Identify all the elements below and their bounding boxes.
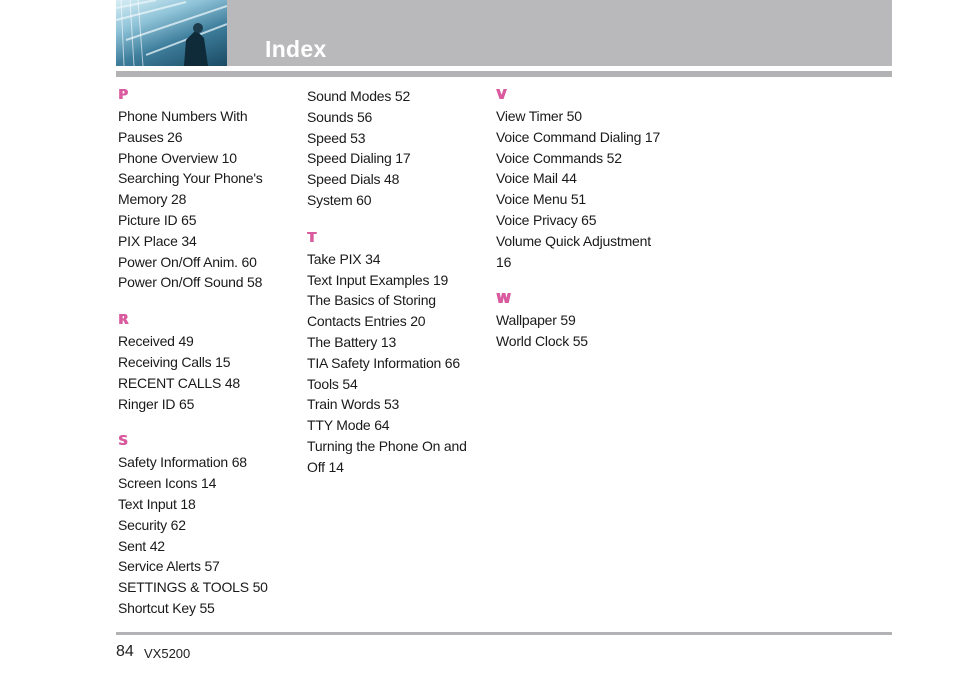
index-entry: View Timer 50 [496,108,582,124]
index-entry: SETTINGS & TOOLS 50 [118,579,268,596]
index-entry: Wallpaper 59 [496,312,576,329]
index-entry: RECENT CALLS 48 [118,374,241,391]
index-entry: Turning the Phone On and [307,437,467,454]
index-entry: Text Input 18 [118,495,196,512]
index-entry: System 60 [307,191,372,208]
section-letter-t: T [307,230,316,246]
index-entry: Voice Command Dialing 17 [496,128,661,145]
section-letter-s: S [118,434,128,450]
header-divider [116,71,892,77]
index-entry: The Battery 13 [307,333,397,350]
index-entry: 16 [496,253,512,270]
section-letter-w: W [496,292,511,308]
section-letter-v: V [496,88,507,103]
index-entry: Service Alerts 57 [118,558,220,575]
section-letter-p: P [118,88,128,103]
index-entry: Screen Icons 14 [118,475,217,492]
index-entry: Memory 28 [118,191,187,208]
index-entry: Power On/Off Anim. 60 [118,253,257,270]
index-entry: Pauses 26 [118,128,183,145]
header-photo [116,0,227,66]
index-entry: Sent 42 [118,537,165,554]
page-number: 84 [116,643,134,660]
index-entry: Contacts Entries 20 [307,313,426,330]
index-entry: Train Words 53 [307,396,400,413]
index-column-1: P Phone Numbers With Pauses 26 Phone Ove… [118,86,303,619]
index-entry: Safety Information 68 [118,454,247,471]
index-entry: World Clock 55 [496,333,588,350]
index-entry: TIA Safety Information 66 [307,354,460,371]
page-title: Index [265,36,327,62]
index-entry: Speed Dialing 17 [307,150,411,167]
index-entry: Sounds 56 [307,108,373,125]
index-entry: Ringer ID 65 [118,395,195,412]
index-entry: Sound Modes 52 [307,88,411,104]
index-entry: PIX Place 34 [118,232,197,249]
index-entry: Speed Dials 48 [307,171,400,188]
index-entry: TTY Mode 64 [307,417,390,434]
index-entry: Phone Numbers With [118,108,248,124]
index-entry: Shortcut Key 55 [118,599,215,616]
index-entry: The Basics of Storing [307,292,436,309]
index-entry: Searching Your Phone's [118,170,263,187]
index-entry: Voice Mail 44 [496,170,577,187]
index-entry: Voice Privacy 65 [496,211,597,228]
header-band [116,0,892,66]
footer-divider [116,632,892,635]
index-entry: Speed 53 [307,129,366,146]
section-letter-r: R [118,313,129,329]
index-entry: Volume Quick Adjustment [496,232,651,249]
index-entry: Power On/Off Sound 58 [118,274,263,291]
model-name: VX5200 [144,646,191,661]
index-column-2: Sound Modes 52 Sounds 56 Speed 53 Speed … [307,86,492,478]
index-entry: Received 49 [118,333,194,350]
index-entry: Security 62 [118,516,186,533]
index-entry: Voice Menu 51 [496,191,587,208]
index-entry: Picture ID 65 [118,211,197,228]
index-column-3: V View Timer 50 Voice Command Dialing 17… [496,86,681,352]
index-entry: Take PIX 34 [307,250,381,267]
index-entry: Off 14 [307,458,344,475]
index-entry: Voice Commands 52 [496,149,622,166]
index-entry: Phone Overview 10 [118,149,237,166]
index-entry: Text Input Examples 19 [307,271,449,288]
index-entry: Receiving Calls 15 [118,353,231,370]
index-entry: Tools 54 [307,375,358,392]
